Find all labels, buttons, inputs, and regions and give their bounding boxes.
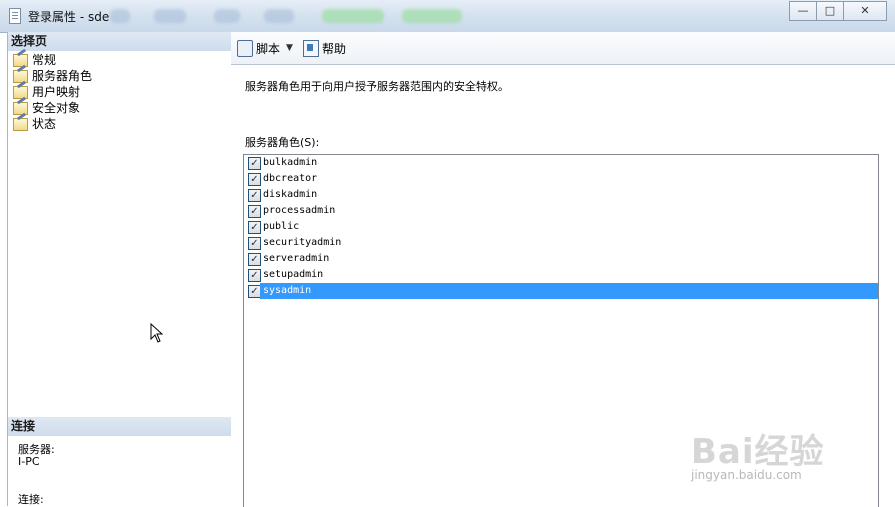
role-name: processadmin [263, 205, 336, 216]
nav-item-label: 安全对象 [32, 101, 81, 115]
nav-item-status[interactable]: 状态 [8, 116, 231, 132]
role-name: securityadmin [263, 237, 342, 248]
role-name: diskadmin [263, 189, 318, 200]
toolbar: 脚本 ▼ 帮助 [231, 32, 895, 65]
role-name: sysadmin [260, 283, 878, 299]
connection-header: 连接 [8, 417, 231, 436]
chevron-down-icon[interactable]: ▼ [286, 43, 293, 53]
help-icon [302, 39, 319, 57]
page-icon [13, 102, 28, 115]
server-value: I-PC [18, 455, 40, 468]
list-item-selected[interactable]: ✓ sysadmin [244, 283, 878, 299]
nav-item-server-roles[interactable]: 服务器角色 [8, 68, 231, 84]
server-label: 服务器: [18, 443, 55, 456]
page-icon [13, 86, 28, 99]
role-name: serveradmin [263, 253, 330, 264]
roles-label: 服务器角色(S): [245, 136, 320, 149]
list-item[interactable]: ✓ bulkadmin [244, 155, 878, 171]
connection-section: 连接 服务器: I-PC 连接: [8, 417, 231, 506]
script-label: 脚本 [256, 41, 281, 56]
list-item[interactable]: ✓ securityadmin [244, 235, 878, 251]
role-name: dbcreator [263, 173, 318, 184]
window-document-icon [9, 8, 21, 24]
watermark-logo: Bai经验 [691, 432, 825, 472]
list-item[interactable]: ✓ processadmin [244, 203, 878, 219]
page-icon [13, 70, 28, 83]
window-controls: — □ ✕ [789, 1, 887, 21]
help-label: 帮助 [321, 41, 346, 56]
list-item[interactable]: ✓ public [244, 219, 878, 235]
page-description: 服务器角色用于向用户授予服务器范围内的安全特权。 [245, 80, 509, 93]
select-page-header: 选择页 [8, 32, 231, 51]
nav-item-general[interactable]: 常规 [8, 52, 231, 68]
connection-label: 连接: [18, 493, 44, 506]
window-title: 登录属性 - sde [28, 10, 110, 24]
role-name: bulkadmin [263, 157, 318, 168]
close-button[interactable]: ✕ [843, 1, 887, 21]
role-name: public [263, 221, 300, 232]
watermark: Bai经验 jingyan.baidu.com [683, 420, 873, 490]
minimize-button[interactable]: — [789, 1, 817, 21]
nav-item-securables[interactable]: 安全对象 [8, 100, 231, 116]
script-icon [237, 39, 253, 57]
title-bar: 登录属性 - sde — □ ✕ [0, 0, 895, 33]
page-icon [13, 118, 28, 131]
nav-item-label: 用户映射 [32, 85, 81, 99]
watermark-url: jingyan.baidu.com [691, 468, 802, 482]
page-nav-list: 常规 服务器角色 用户映射 安全对象 状态 [8, 51, 231, 132]
role-name: setupadmin [263, 269, 324, 280]
nav-item-label: 服务器角色 [32, 69, 93, 83]
left-pane: 选择页 常规 服务器角色 用户映射 安全对象 状态 连接 服务器: I-PC 连… [7, 32, 232, 506]
nav-item-label: 常规 [32, 53, 57, 67]
mouse-cursor-icon [150, 323, 164, 343]
nav-item-user-mapping[interactable]: 用户映射 [8, 84, 231, 100]
list-item[interactable]: ✓ setupadmin [244, 267, 878, 283]
nav-item-label: 状态 [32, 117, 57, 131]
list-item[interactable]: ✓ diskadmin [244, 187, 878, 203]
script-button[interactable]: 脚本 ▼ [237, 39, 293, 57]
list-item[interactable]: ✓ serveradmin [244, 251, 878, 267]
help-button[interactable]: 帮助 [302, 39, 346, 57]
maximize-button[interactable]: □ [816, 1, 844, 21]
list-item[interactable]: ✓ dbcreator [244, 171, 878, 187]
page-icon [13, 54, 28, 67]
